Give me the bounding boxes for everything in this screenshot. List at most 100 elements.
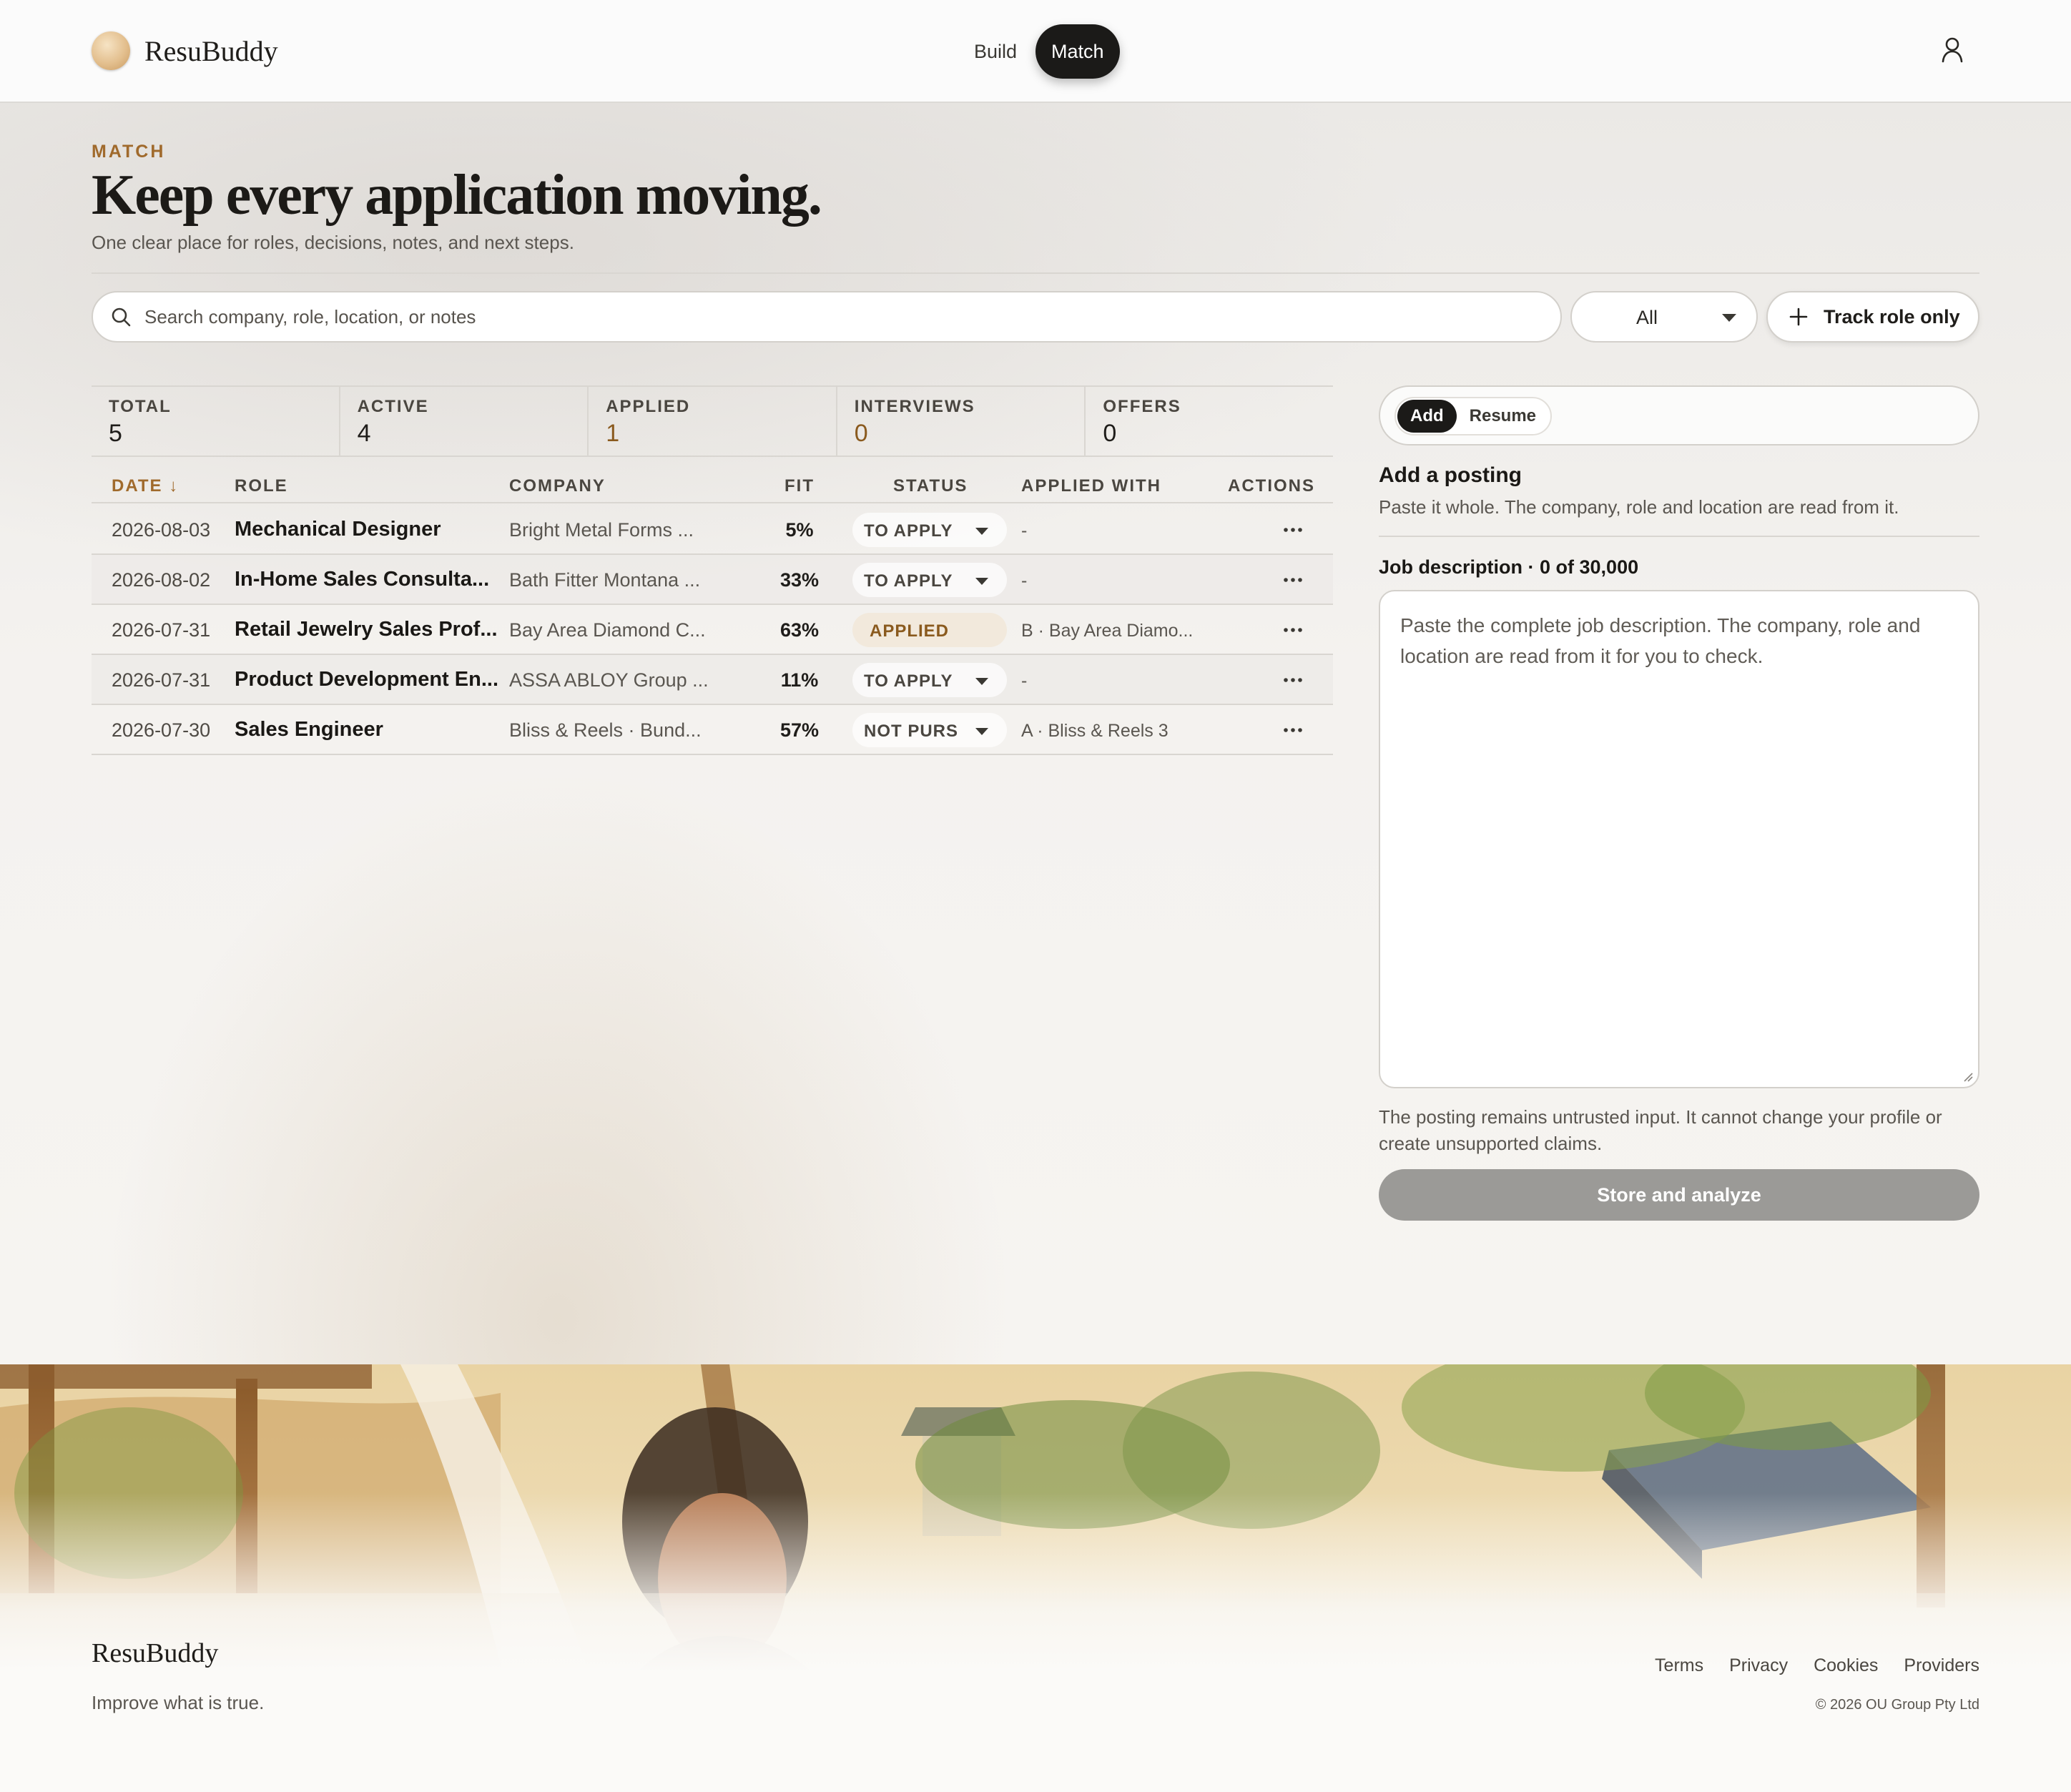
row-status-value: TO APPLY: [864, 671, 953, 691]
row-company: Bay Area Diamond C...: [509, 619, 706, 641]
stat-applied: APPLIED 1: [589, 387, 837, 456]
row-status-badge: APPLIED: [852, 613, 1007, 647]
divider: [1379, 536, 1979, 537]
stat-label: OFFERS: [1103, 397, 1181, 416]
table-header: DATE ↓ ROLE COMPANY FIT STATUS APPLIED W…: [92, 468, 1333, 503]
row-status-select[interactable]: NOT PURS: [852, 713, 1007, 747]
table-row[interactable]: 2026-08-03 Mechanical Designer Bright Me…: [92, 505, 1333, 555]
row-status-value: TO APPLY: [864, 521, 953, 541]
panel-mode-switcher: Add Resume: [1379, 385, 1979, 445]
row-date: 2026-07-31: [112, 669, 211, 691]
status-filter-select[interactable]: All: [1570, 291, 1758, 343]
footer-link-providers[interactable]: Providers: [1904, 1655, 1979, 1676]
table-row[interactable]: 2026-07-31 Retail Jewelry Sales Prof... …: [92, 605, 1333, 655]
chevron-down-icon: [975, 578, 988, 585]
chevron-down-icon: [1722, 314, 1736, 322]
store-and-analyze-button[interactable]: Store and analyze: [1379, 1169, 1979, 1221]
more-options-icon[interactable]: [1279, 721, 1307, 739]
nav-match[interactable]: Match: [1036, 24, 1120, 79]
row-role[interactable]: Retail Jewelry Sales Prof...: [235, 618, 498, 641]
row-status-select[interactable]: TO APPLY: [852, 513, 1007, 547]
illustration-fade: [0, 1364, 2071, 1792]
more-options-icon[interactable]: [1279, 521, 1307, 539]
chevron-down-icon: [975, 728, 988, 735]
row-company: Bright Metal Forms ...: [509, 519, 694, 541]
row-role[interactable]: Sales Engineer: [235, 718, 383, 742]
row-fit: 5%: [785, 519, 814, 541]
search-icon: [112, 307, 131, 327]
stat-value: 4: [357, 420, 371, 447]
arrow-down-icon: ↓: [169, 476, 179, 496]
row-status-select[interactable]: TO APPLY: [852, 563, 1007, 597]
status-filter-value: All: [1636, 307, 1658, 328]
row-applied-with: B · Bay Area Diamo...: [1021, 621, 1194, 641]
more-options-icon[interactable]: [1279, 671, 1307, 689]
resize-handle-icon[interactable]: [1962, 1071, 1974, 1083]
search-input[interactable]: [144, 305, 1503, 328]
column-header-fit[interactable]: FIT: [764, 476, 835, 496]
track-role-only-button[interactable]: Track role only: [1766, 291, 1979, 343]
stat-label: ACTIVE: [357, 397, 429, 416]
more-options-icon[interactable]: [1279, 621, 1307, 639]
column-header-actions: ACTIONS: [1228, 476, 1315, 496]
row-role[interactable]: Product Development En...: [235, 668, 498, 691]
more-options-icon[interactable]: [1279, 571, 1307, 589]
brand-name: ResuBuddy: [144, 34, 278, 67]
row-date: 2026-07-31: [112, 619, 211, 641]
row-fit: 11%: [780, 669, 819, 691]
column-header-company[interactable]: COMPANY: [509, 476, 606, 496]
job-description-field: [1379, 590, 1979, 1088]
column-header-date-label: DATE: [112, 476, 163, 496]
copyright: © 2026 OU Group Pty Ltd: [1815, 1697, 1979, 1713]
row-applied-with: -: [1021, 521, 1028, 541]
job-description-textarea[interactable]: [1400, 610, 1958, 1068]
tab-resume[interactable]: Resume: [1457, 400, 1549, 433]
tab-add[interactable]: Add: [1397, 400, 1457, 433]
row-applied-with: A · Bliss & Reels 3: [1021, 721, 1169, 741]
row-date: 2026-08-03: [112, 519, 211, 541]
row-company: ASSA ABLOY Group ...: [509, 669, 709, 691]
footer-link-terms[interactable]: Terms: [1655, 1655, 1703, 1676]
stat-value: 5: [109, 420, 122, 447]
panel-subtitle: Paste it whole. The company, role and lo…: [1379, 496, 1899, 518]
brand-logo: [92, 31, 130, 70]
stat-active: ACTIVE 4: [340, 387, 589, 456]
row-status-select[interactable]: TO APPLY: [852, 663, 1007, 697]
stat-label: APPLIED: [606, 397, 691, 416]
row-company: Bliss & Reels · Bund...: [509, 719, 702, 741]
stat-total: TOTAL 5: [92, 387, 340, 456]
column-header-date[interactable]: DATE ↓: [112, 476, 179, 496]
brand[interactable]: ResuBuddy: [92, 31, 278, 70]
column-header-applied-with[interactable]: APPLIED WITH: [1021, 476, 1161, 496]
footer-link-privacy[interactable]: Privacy: [1729, 1655, 1788, 1676]
footer-brand[interactable]: ResuBuddy: [92, 1638, 218, 1669]
footer-tagline: Improve what is true.: [92, 1692, 265, 1713]
row-fit: 57%: [779, 719, 820, 741]
segmented-control: Add Resume: [1394, 397, 1553, 435]
row-date: 2026-08-02: [112, 569, 211, 591]
column-header-role[interactable]: ROLE: [235, 476, 288, 496]
row-fit: 33%: [779, 569, 820, 591]
job-description-label: Job description · 0 of 30,000: [1379, 556, 1639, 578]
footer-link-cookies[interactable]: Cookies: [1814, 1655, 1878, 1676]
page-title: Keep every application moving.: [92, 164, 822, 227]
footer-illustration: [0, 1364, 2071, 1792]
panel-title: Add a posting: [1379, 463, 1522, 487]
chevron-down-icon: [975, 678, 988, 685]
table-row[interactable]: 2026-07-31 Product Development En... ASS…: [92, 655, 1333, 705]
stat-interviews: INTERVIEWS 0: [837, 387, 1086, 456]
row-role[interactable]: In-Home Sales Consulta...: [235, 568, 489, 591]
row-date: 2026-07-30: [112, 719, 211, 741]
row-role[interactable]: Mechanical Designer: [235, 518, 441, 541]
page-eyebrow: MATCH: [92, 142, 166, 162]
column-header-status[interactable]: STATUS: [893, 476, 968, 496]
stat-value: 0: [854, 420, 868, 447]
divider: [92, 272, 1979, 274]
nav-build[interactable]: Build: [958, 24, 1033, 79]
table-row[interactable]: 2026-07-30 Sales Engineer Bliss & Reels …: [92, 705, 1333, 755]
stat-offers: OFFERS 0: [1086, 387, 1333, 456]
user-icon[interactable]: [1939, 36, 1965, 64]
table-row[interactable]: 2026-08-02 In-Home Sales Consulta... Bat…: [92, 555, 1333, 605]
page-subtitle: One clear place for roles, decisions, no…: [92, 232, 574, 253]
chevron-down-icon: [975, 528, 988, 535]
